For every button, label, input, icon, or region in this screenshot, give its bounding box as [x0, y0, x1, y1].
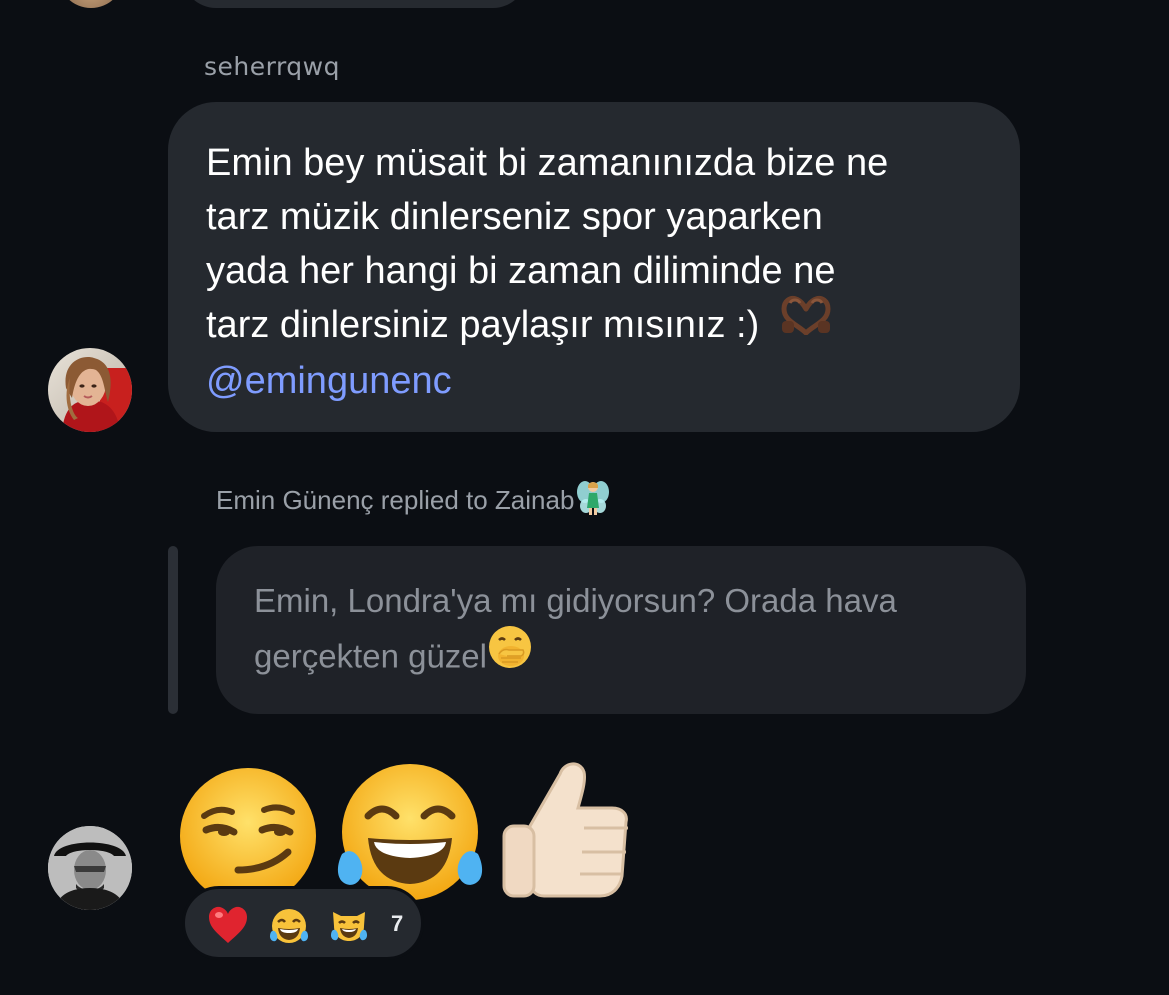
mention-link[interactable]: @emingunenc: [206, 354, 980, 408]
message-line: tarz müzik dinlerseniz spor yaparken: [206, 196, 823, 238]
message-text: Emin bey müsait bi zamanınızda bize ne t…: [206, 136, 980, 354]
message-bubble[interactable]: [182, 0, 527, 8]
quoted-line: Emin, Londra'ya mı gidiyorsun? Orada hav…: [254, 582, 897, 619]
sender-name[interactable]: seherrqwq: [204, 52, 340, 81]
quoted-message-bubble[interactable]: Emin, Londra'ya mı gidiyorsun? Orada hav…: [216, 546, 1026, 714]
quoted-line: gerçekten güzel: [254, 637, 487, 675]
reaction-count: 7: [391, 911, 404, 936]
avatar[interactable]: [48, 826, 132, 910]
tears-of-joy-emoji-icon: [269, 907, 309, 949]
quoted-message-text: Emin, Londra'ya mı gidiyorsun? Orada hav…: [254, 574, 990, 690]
hand-over-mouth-emoji-icon: [487, 624, 533, 686]
heart-hands-emoji-icon: [780, 295, 832, 350]
red-heart-emoji-icon: [207, 905, 249, 949]
thumbs-up-emoji-icon: [500, 756, 644, 914]
message-bubble[interactable]: Emin bey müsait bi zamanınızda bize ne t…: [168, 102, 1020, 432]
message-line: tarz dinlersiniz paylaşır mısınız :): [206, 304, 760, 346]
avatar[interactable]: [48, 348, 132, 432]
cat-tears-of-joy-emoji-icon: [329, 904, 369, 948]
avatar[interactable]: [58, 0, 124, 8]
reply-header-text: Emin Günenç replied to Zainab: [216, 485, 575, 515]
message-line: yada her hangi bi zaman diliminde ne: [206, 250, 836, 292]
reply-header: Emin Günenç replied to Zainab: [216, 478, 610, 523]
quote-bar: [168, 546, 178, 714]
reactions-bar[interactable]: 7: [182, 886, 424, 960]
message-line: Emin bey müsait bi zamanınızda bize ne: [206, 142, 889, 184]
fairy-emoji-icon: [576, 478, 610, 523]
